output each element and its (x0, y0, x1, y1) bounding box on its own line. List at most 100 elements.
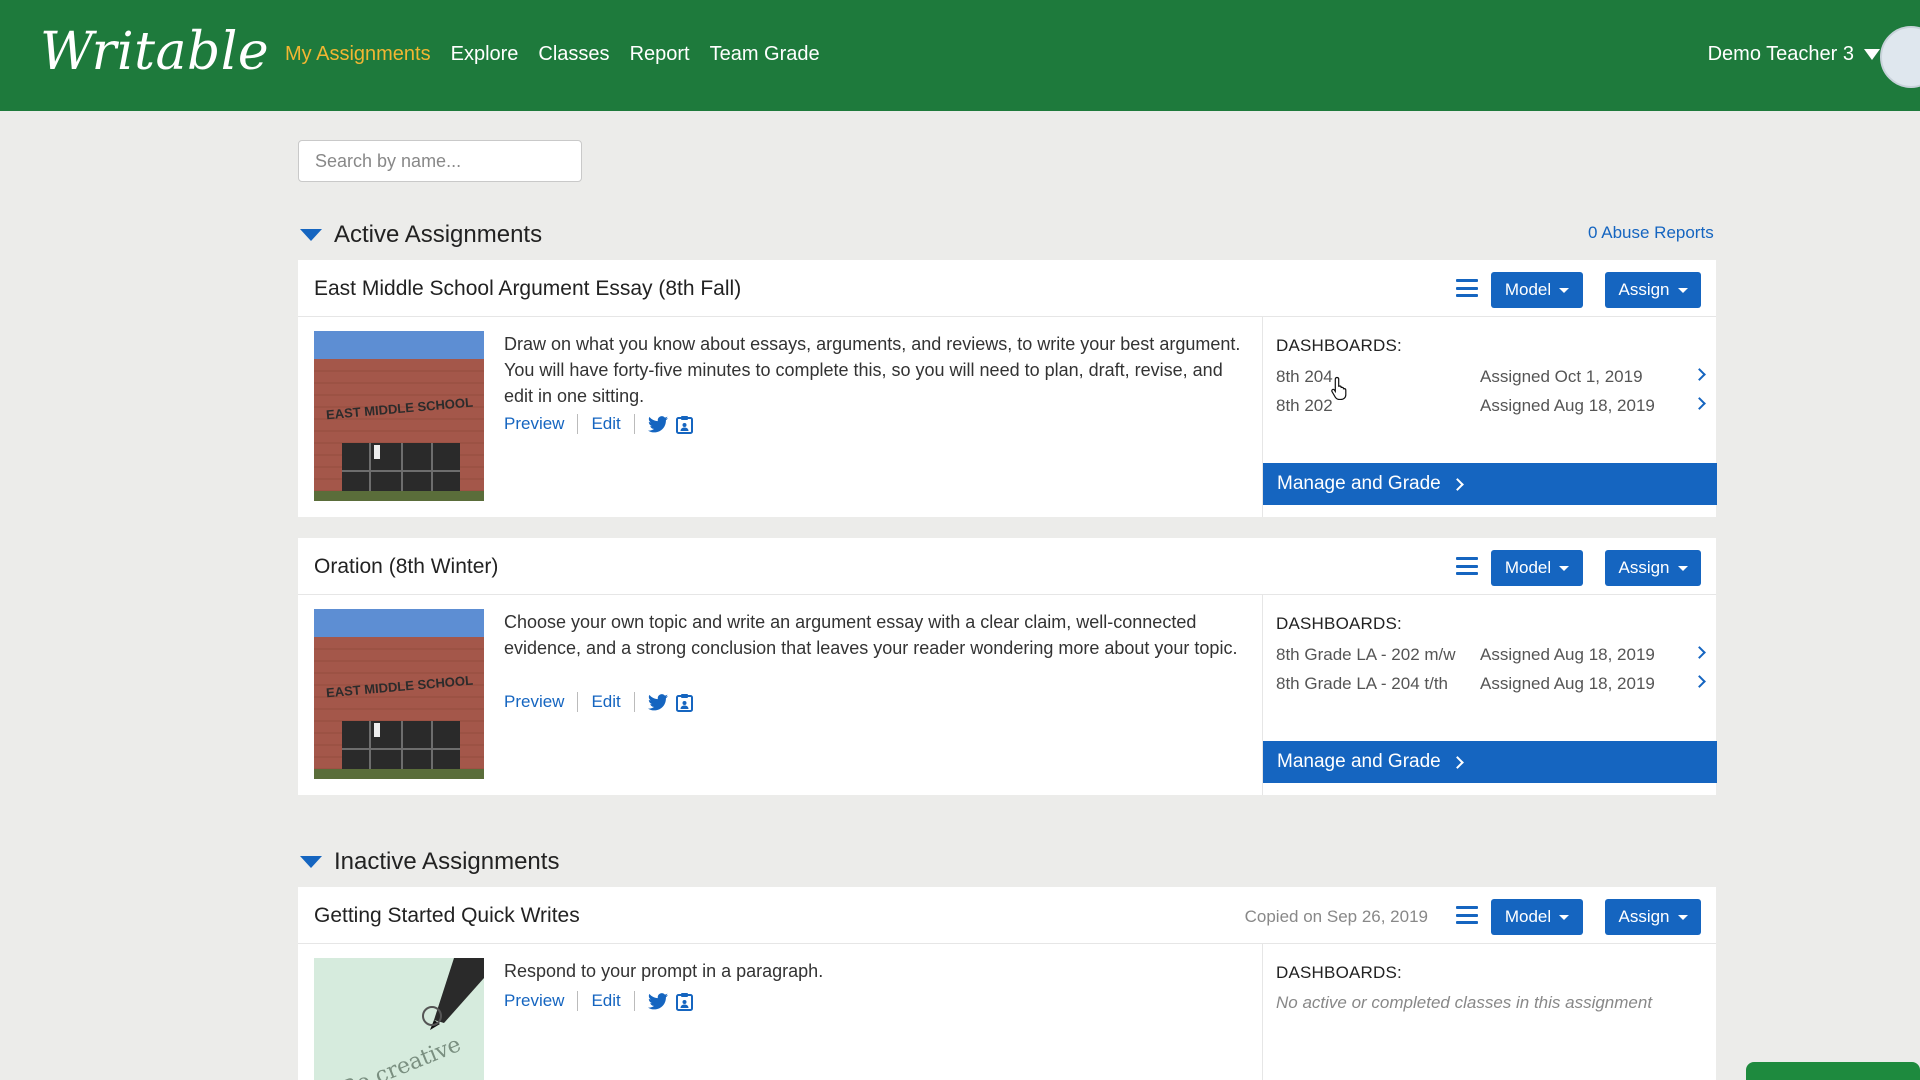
chevron-down-icon (1864, 49, 1880, 60)
school-building-thumbnail[interactable]: EAST MIDDLE SCHOOL (314, 331, 484, 501)
google-classroom-icon[interactable] (675, 992, 693, 1011)
assignment-card: Oration (8th Winter) Model Assign EAST M… (298, 538, 1717, 795)
assignment-description: Choose your own topic and write an argum… (504, 612, 1238, 658)
assignment-description: Draw on what you know about essays, argu… (504, 334, 1241, 406)
class-name: 8th 204 (1276, 367, 1333, 386)
preview-link[interactable]: Preview (504, 414, 564, 434)
hamburger-menu-icon[interactable] (1456, 279, 1478, 297)
writable-logo[interactable]: Writable (40, 22, 269, 82)
edit-link[interactable]: Edit (591, 991, 620, 1011)
chevron-right-icon (1693, 368, 1706, 381)
dashboards-label: DASHBOARDS: (1276, 336, 1402, 355)
assignment-title[interactable]: East Middle School Argument Essay (8th F… (314, 277, 741, 301)
google-classroom-icon[interactable] (675, 693, 693, 712)
avatar[interactable] (1880, 26, 1920, 88)
class-name: 8th Grade LA - 202 m/w (1276, 645, 1456, 664)
caret-down-icon (1677, 914, 1688, 920)
hamburger-menu-icon[interactable] (1456, 557, 1478, 575)
assign-label: Assign (1618, 907, 1670, 926)
caret-down-icon (1677, 565, 1688, 571)
assign-button[interactable]: Assign (1605, 899, 1701, 935)
assign-button[interactable]: Assign (1605, 272, 1701, 308)
manage-label: Manage and Grade (1277, 473, 1441, 494)
edit-link[interactable]: Edit (591, 414, 620, 434)
manage-and-grade-button[interactable]: Manage and Grade (1263, 463, 1717, 505)
nav-report[interactable]: Report (630, 43, 690, 66)
collapse-triangle-icon (300, 229, 322, 241)
twitter-icon[interactable] (647, 693, 668, 711)
manage-label: Manage and Grade (1277, 751, 1441, 772)
twitter-icon[interactable] (647, 415, 668, 433)
pointer-hand-cursor-icon (1330, 376, 1350, 405)
assignment-title[interactable]: Oration (8th Winter) (314, 555, 498, 579)
assignment-title[interactable]: Getting Started Quick Writes (314, 904, 580, 928)
active-assignments-toggle[interactable]: Active Assignments (300, 221, 542, 249)
nav-team-grade[interactable]: Team Grade (710, 43, 820, 66)
dashboards-label: DASHBOARDS: (1276, 963, 1402, 982)
card-header: Getting Started Quick Writes Copied on S… (298, 887, 1716, 944)
assignment-actions: Preview Edit (504, 991, 701, 1011)
assignment-actions: Preview Edit (504, 692, 701, 712)
divider (577, 991, 579, 1011)
caret-down-icon (1677, 287, 1688, 293)
dashboards-panel: DASHBOARDS: 8th 204 Assigned Oct 1, 2019… (1262, 317, 1717, 517)
card-body: Be creative Respond to your prompt in a … (298, 944, 1716, 1080)
dashboards-panel: DASHBOARDS: 8th Grade LA - 202 m/w Assig… (1262, 595, 1717, 795)
divider (633, 692, 635, 712)
assignment-card: East Middle School Argument Essay (8th F… (298, 260, 1717, 517)
dashboards-panel: DASHBOARDS: No active or completed class… (1262, 944, 1716, 1080)
model-button[interactable]: Model (1491, 550, 1583, 586)
collapse-triangle-icon (300, 856, 322, 868)
abuse-reports-link[interactable]: 0 Abuse Reports (1588, 223, 1714, 243)
model-button[interactable]: Model (1491, 272, 1583, 308)
divider (633, 991, 635, 1011)
divider (577, 692, 579, 712)
inactive-assignments-toggle[interactable]: Inactive Assignments (300, 848, 559, 876)
empty-dashboards-message: No active or completed classes in this a… (1276, 993, 1653, 1012)
caret-down-icon (1559, 565, 1570, 571)
chevron-right-icon (1693, 397, 1706, 410)
caret-down-icon (1559, 914, 1570, 920)
nav-classes[interactable]: Classes (538, 43, 609, 66)
chevron-right-icon (1693, 675, 1706, 688)
chat-widget-tab[interactable] (1746, 1062, 1920, 1080)
top-navbar: Writable My Assignments Explore Classes … (0, 0, 1920, 111)
assigned-date: Assigned Oct 1, 2019 (1480, 367, 1643, 386)
edit-link[interactable]: Edit (591, 692, 620, 712)
nav-my-assignments[interactable]: My Assignments (285, 43, 431, 66)
user-menu[interactable]: Demo Teacher 3 (1708, 43, 1880, 66)
school-building-thumbnail[interactable]: EAST MIDDLE SCHOOL (314, 609, 484, 779)
assign-label: Assign (1618, 558, 1670, 577)
assigned-date: Assigned Aug 18, 2019 (1480, 645, 1655, 664)
google-classroom-icon[interactable] (675, 415, 693, 434)
twitter-icon[interactable] (647, 992, 668, 1010)
class-name: 8th Grade LA - 204 t/th (1276, 674, 1449, 693)
assigned-date: Assigned Aug 18, 2019 (1480, 396, 1655, 415)
model-label: Model (1504, 907, 1552, 926)
chevron-right-icon (1450, 755, 1464, 769)
model-button[interactable]: Model (1491, 899, 1583, 935)
card-header: East Middle School Argument Essay (8th F… (298, 260, 1716, 317)
chevron-right-icon (1450, 477, 1464, 491)
preview-link[interactable]: Preview (504, 991, 564, 1011)
copied-date: Copied on Sep 26, 2019 (1244, 907, 1428, 926)
assignment-card: Getting Started Quick Writes Copied on S… (298, 887, 1716, 1080)
assign-button[interactable]: Assign (1605, 550, 1701, 586)
nav-explore[interactable]: Explore (451, 43, 519, 66)
class-name: 8th 202 (1276, 396, 1333, 415)
assignment-description: Respond to your prompt in a paragraph. (504, 961, 824, 981)
section-title: Active Assignments (334, 221, 543, 248)
preview-link[interactable]: Preview (504, 692, 564, 712)
assigned-date: Assigned Aug 18, 2019 (1480, 674, 1655, 693)
divider (633, 414, 635, 434)
model-label: Model (1504, 280, 1552, 299)
model-label: Model (1504, 558, 1552, 577)
main-nav: My Assignments Explore Classes Report Te… (285, 43, 820, 66)
card-header: Oration (8th Winter) Model Assign (298, 538, 1716, 595)
hamburger-menu-icon[interactable] (1456, 906, 1478, 924)
search-input[interactable] (298, 140, 582, 182)
chevron-right-icon (1693, 646, 1706, 659)
divider (577, 414, 579, 434)
manage-and-grade-button[interactable]: Manage and Grade (1263, 741, 1717, 783)
creative-writing-thumbnail[interactable]: Be creative (314, 958, 484, 1080)
